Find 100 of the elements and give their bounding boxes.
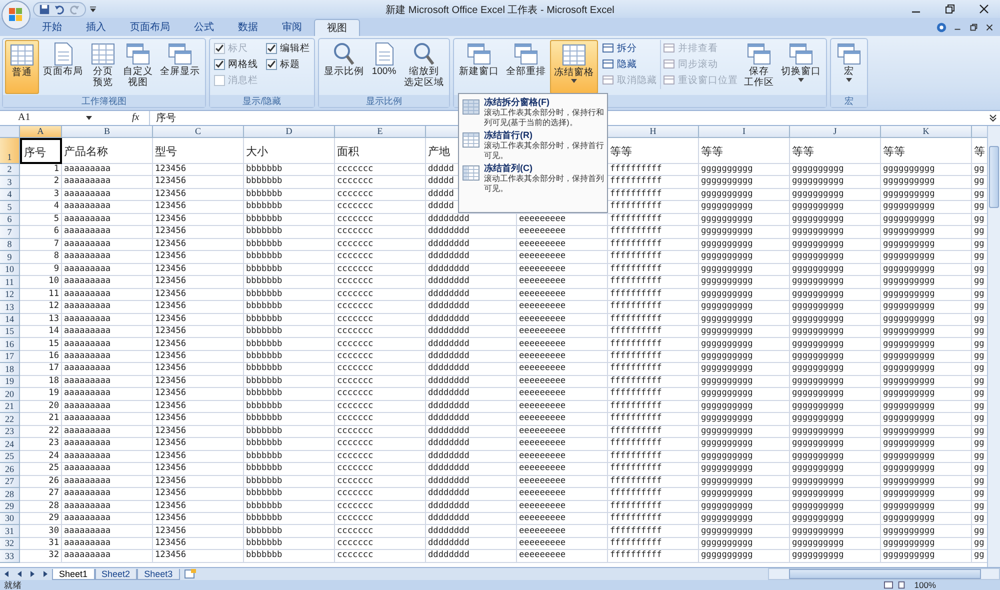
ribbon-tab[interactable]: 插入 <box>74 18 118 36</box>
checkbox-option[interactable]: 网格线 <box>214 58 258 71</box>
row-header[interactable]: 7 <box>0 226 20 239</box>
row-header[interactable]: 10 <box>0 264 20 276</box>
sheet-tab[interactable]: Sheet3 <box>137 568 180 580</box>
ribbon-button[interactable]: 自定义 视图 <box>120 40 156 94</box>
row-header[interactable]: 25 <box>0 450 20 464</box>
row-header[interactable]: 5 <box>0 201 20 214</box>
row-header[interactable]: 14 <box>0 314 20 326</box>
row-header[interactable]: 33 <box>0 550 20 563</box>
checkbox-option[interactable]: 编辑栏 <box>266 42 310 55</box>
ribbon-button[interactable]: 100% <box>368 40 400 94</box>
column-header[interactable]: I <box>699 126 790 138</box>
horizontal-scrollbar[interactable] <box>768 568 1000 580</box>
menu-item[interactable]: 冻结首列(C) 滚动工作表其余部分时，保持首列可见。 <box>462 163 604 194</box>
ribbon-button[interactable]: 缩放到 选定区域 <box>401 40 447 94</box>
ribbon-button[interactable]: 普通 <box>5 40 39 94</box>
zoom-level[interactable]: 100% <box>914 580 936 590</box>
ribbon-tab[interactable]: 审阅 <box>270 18 314 36</box>
column-header[interactable]: A <box>20 126 62 138</box>
ribbon-button[interactable]: 切换窗口 <box>778 40 824 94</box>
row-header[interactable]: 19 <box>0 376 20 388</box>
row-header[interactable]: 21 <box>0 400 20 414</box>
name-box[interactable]: A1 <box>0 112 86 124</box>
ribbon-button[interactable]: 全屏显示 <box>157 40 203 94</box>
restore-icon[interactable] <box>968 22 979 33</box>
expand-icon[interactable] <box>988 112 998 123</box>
row-header[interactable]: 12 <box>0 288 20 302</box>
menu-item[interactable]: 冻结首行(R) 滚动工作表其余部分时，保持首行可见。 <box>462 130 604 161</box>
row-header[interactable]: 23 <box>0 426 20 438</box>
row-header[interactable]: 18 <box>0 363 20 376</box>
save-icon[interactable] <box>39 4 50 14</box>
close-icon[interactable] <box>978 3 990 15</box>
row-header[interactable]: 9 <box>0 251 20 264</box>
ribbon-tab[interactable]: 开始 <box>30 18 74 36</box>
row-header[interactable]: 2 <box>0 164 20 176</box>
ribbon-button[interactable]: 显示比例 <box>321 40 367 94</box>
table-cell: gg <box>974 513 984 524</box>
vertical-scrollbar[interactable] <box>987 126 1000 568</box>
row-header[interactable]: 24 <box>0 438 20 451</box>
sheet-tab[interactable]: Sheet1 <box>52 568 95 580</box>
row-header[interactable]: 6 <box>0 214 20 226</box>
caret-icon[interactable] <box>86 116 92 120</box>
row-header[interactable]: 4 <box>0 188 20 202</box>
checkbox[interactable] <box>214 58 225 70</box>
restore-icon[interactable] <box>944 3 956 15</box>
ribbon-tab[interactable]: 页面布局 <box>118 18 182 36</box>
menu-item[interactable]: 冻结拆分窗格(F) 滚动工作表其余部分时，保持行和列可见(基于当前的选择)。 <box>462 97 604 128</box>
column-header[interactable]: H <box>608 126 699 138</box>
checkbox-option[interactable]: 标题 <box>266 58 310 71</box>
row-header[interactable]: 30 <box>0 513 20 526</box>
ribbon-button[interactable]: 宏 <box>833 40 865 94</box>
ribbon-button[interactable]: 拆分 <box>602 42 657 55</box>
page-layout-icon[interactable] <box>897 581 906 590</box>
normal-view-icon[interactable] <box>884 581 894 590</box>
row-header[interactable]: 16 <box>0 338 20 351</box>
ribbon-tab[interactable]: 公式 <box>182 18 226 36</box>
row-header[interactable]: 15 <box>0 326 20 338</box>
ribbon-button[interactable]: 页面布局 <box>40 40 86 94</box>
table-cell: dddddddd <box>428 413 470 425</box>
row-header[interactable]: 31 <box>0 525 20 538</box>
column-header[interactable]: B <box>62 126 153 138</box>
ribbon-button[interactable]: 全部重排 <box>503 40 549 94</box>
help-icon[interactable] <box>936 22 947 33</box>
ribbon-button[interactable]: 分页 预览 <box>87 40 119 94</box>
row-header[interactable]: 22 <box>0 413 20 426</box>
ribbon-button[interactable]: 冻结窗格 <box>550 40 598 94</box>
column-header[interactable]: D <box>244 126 335 138</box>
sheet-tab[interactable]: Sheet2 <box>94 568 138 580</box>
insert-function-button[interactable]: fx <box>132 112 140 124</box>
table-cell: ccccccc <box>337 226 374 238</box>
row-header[interactable]: 27 <box>0 476 20 488</box>
row-header[interactable]: 32 <box>0 538 20 550</box>
column-header[interactable]: J <box>790 126 881 138</box>
row-header[interactable]: 1 <box>0 138 20 164</box>
row-header[interactable]: 11 <box>0 276 20 289</box>
row-header[interactable]: 8 <box>0 238 20 252</box>
ribbon-button[interactable]: 隐藏 <box>602 58 657 71</box>
formula-field[interactable]: 序号 <box>149 110 456 125</box>
undo-icon[interactable] <box>54 4 65 14</box>
row-header[interactable]: 28 <box>0 488 20 501</box>
row-header[interactable]: 13 <box>0 301 20 314</box>
row-header[interactable]: 29 <box>0 500 20 514</box>
insert-sheet-icon[interactable] <box>184 569 196 580</box>
column-header[interactable]: E <box>335 126 426 138</box>
ribbon-tab[interactable]: 数据 <box>226 18 270 36</box>
ribbon-tab[interactable]: 视图 <box>314 18 360 36</box>
ribbon-button[interactable]: 新建窗口 <box>456 40 502 94</box>
column-header[interactable]: K <box>881 126 972 138</box>
close-icon[interactable] <box>984 22 995 33</box>
checkbox[interactable] <box>266 58 277 70</box>
column-header[interactable]: C <box>153 126 244 138</box>
customize-caret-icon[interactable] <box>89 5 97 13</box>
table-cell: bbbbbbb <box>246 476 282 488</box>
ribbon-button[interactable]: 保存 工作区 <box>741 40 777 94</box>
row-header[interactable]: 3 <box>0 176 20 189</box>
row-header[interactable]: 20 <box>0 388 20 401</box>
row-header[interactable]: 17 <box>0 350 20 364</box>
checkbox[interactable] <box>266 42 277 54</box>
row-header[interactable]: 26 <box>0 463 20 476</box>
